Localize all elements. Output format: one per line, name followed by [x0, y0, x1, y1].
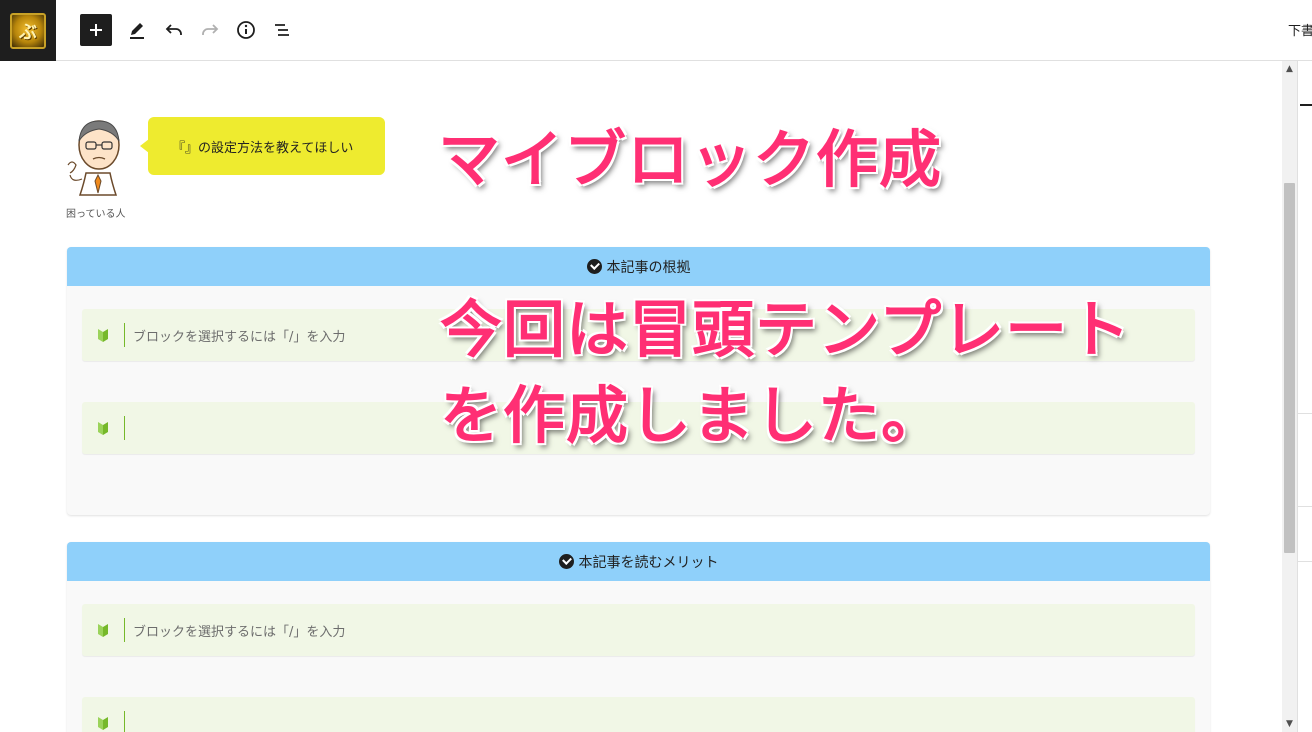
undo-icon — [165, 24, 182, 35]
settings-sidebar-edge — [1297, 61, 1312, 732]
sidebar-divider — [1298, 413, 1312, 414]
beginner-leaf-icon — [82, 622, 124, 638]
caption-box-header: 本記事を読むメリット — [67, 542, 1210, 581]
save-draft-button[interactable]: 下書き保存 — [1288, 20, 1312, 39]
check-circle-icon — [586, 259, 602, 274]
scroll-down-arrow-icon[interactable]: ▼ — [1282, 718, 1297, 730]
details-button[interactable] — [230, 14, 262, 46]
sidebar-divider — [1298, 561, 1312, 562]
point-divider — [124, 711, 125, 732]
point-divider — [124, 618, 125, 642]
caption-box-header: 本記事の根拠 — [67, 247, 1210, 286]
block-placeholder[interactable]: ブロックを選択するには「/」を入力 — [133, 621, 345, 640]
point-item[interactable] — [82, 697, 1195, 732]
beginner-leaf-icon — [82, 420, 124, 436]
undo-button[interactable] — [158, 14, 190, 46]
sidebar-divider — [1298, 506, 1312, 507]
list-view-button[interactable] — [266, 14, 298, 46]
block-editor: ぶ 下書 困っている人 『』の設定方法を教えてほしい 本記事の根拠 ブロックを選… — [0, 0, 1312, 732]
scroll-up-arrow-icon[interactable]: ▲ — [1282, 63, 1297, 75]
overlay-caption-line-2: を作成しました。 — [440, 379, 945, 452]
overlay-headline: マイブロック作成 — [438, 123, 943, 196]
redo-icon — [202, 24, 219, 35]
redo-button[interactable] — [194, 14, 226, 46]
site-icon: ぶ — [10, 12, 46, 49]
speech-balloon[interactable]: 『』の設定方法を教えてほしい — [140, 117, 385, 175]
overlay-caption-line-1: 今回は冒頭テンプレート — [440, 293, 1132, 366]
site-logo-button[interactable]: ぶ — [0, 0, 56, 61]
beginner-leaf-icon — [82, 715, 124, 731]
point-item[interactable]: ブロックを選択するには「/」を入力 — [82, 604, 1195, 656]
block-placeholder[interactable]: ブロックを選択するには「/」を入力 — [133, 326, 345, 345]
beginner-leaf-icon — [82, 327, 124, 343]
logo-glyph: ぶ — [19, 21, 37, 43]
caption-box-title: 本記事の根拠 — [606, 259, 691, 276]
check-circle-icon — [558, 554, 574, 569]
tools-edit-button[interactable] — [121, 14, 153, 46]
sidebar-tab-indicator — [1300, 104, 1312, 106]
balloon-text: 『』の設定方法を教えてほしい — [172, 140, 354, 156]
block-inserter-button[interactable] — [80, 14, 112, 46]
balloon-speaker-name: 困っている人 — [66, 209, 126, 220]
point-divider — [124, 416, 125, 440]
point-divider — [124, 323, 125, 347]
scrollbar-thumb[interactable] — [1284, 183, 1295, 553]
caption-box-merits[interactable]: 本記事を読むメリット ブロックを選択するには「/」を入力 — [67, 542, 1210, 732]
editor-scrollbar[interactable]: ▲ ▼ — [1282, 61, 1297, 732]
list-view-icon — [275, 24, 289, 36]
pencil-icon — [130, 23, 144, 39]
plus-icon — [90, 24, 102, 36]
caption-box-title: 本記事を読むメリット — [578, 554, 719, 571]
editor-toolbar: ぶ 下書 — [0, 0, 1312, 61]
worried-person-avatar — [67, 120, 120, 196]
info-icon — [237, 21, 255, 39]
